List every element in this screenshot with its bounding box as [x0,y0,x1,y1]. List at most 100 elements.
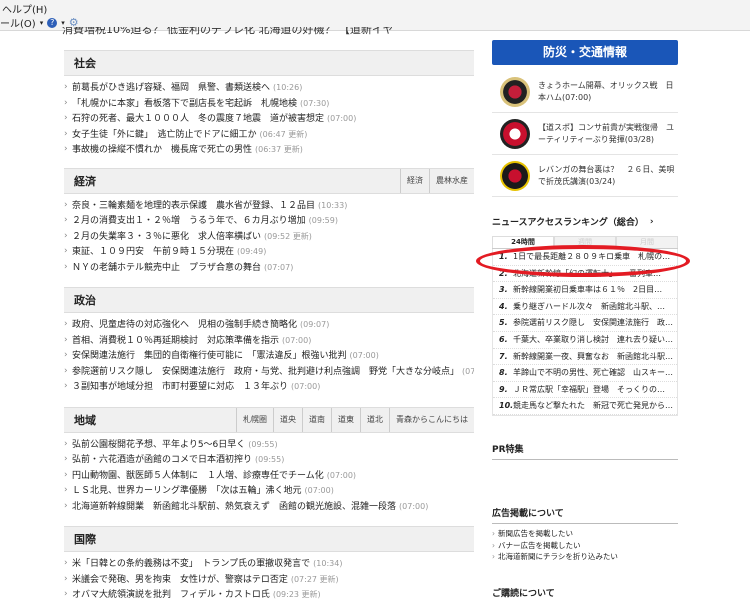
ranking-item[interactable]: 10.競走馬など撃たれた 新冠で死亡発見から… [493,398,677,415]
section-title[interactable]: 経済 [74,173,96,189]
news-headline[interactable]: 首相、消費税１０％再延期検討 対応策準備を指示 [72,336,279,346]
section-title[interactable]: 国際 [74,531,96,547]
section-sub-link[interactable]: 道東 [331,407,360,432]
section-title[interactable]: 政治 [74,292,96,308]
news-headline[interactable]: 参院選前リスク隠し 安保関連法施行 政府・与党、批判避け利点強調 野党「大きな分… [72,367,459,377]
sports-text[interactable]: レバンガの舞台裏は？ ２６日、美唄で折茂氏講演(03/24) [538,164,678,188]
news-item[interactable]: 参院選前リスク隠し 安保関連法施行 政府・与党、批判避け利点強調 野党「大きな分… [64,364,474,380]
sports-headline[interactable]: きょうホーム開幕、オリックス戦 日本ハム [538,81,674,102]
news-item[interactable]: 石狩の死者、最大１０００人 冬の震度７地震 道が被害想定(07:00) [64,111,474,127]
ranking-headline[interactable]: 参院選前リスク隠し 安保関連法施行 政… [513,318,673,327]
ranking-headline[interactable]: 新幹線開業初日乗車率は６１％ 2日目… [513,285,662,294]
ranking-headline[interactable]: 新幹線開業一夜、興奮なお 新函館北斗駅… [513,352,673,361]
cut-headline[interactable]: 消費増税10%迫る？ 低金利のデフレ化 北海道の好機？ 【道新イヤー会議室】 [62,27,392,36]
news-headline[interactable]: 円山動物園、獣医師５人体制に １人増、診療専任でチーム化 [72,471,324,481]
news-headline[interactable]: 政府、児童虐待の対応強化へ 児相の強制手続き簡略化 [72,320,297,330]
news-item[interactable]: 奈良・三輪素麺を地理的表示保護 農水省が登録、１２品目(10:33) [64,198,474,214]
news-headline[interactable]: ＮＹの老舗ホテル競売中止 プラザ合意の舞台 [72,263,261,273]
ranking-item[interactable]: 5. 参院選前リスク隠し 安保関連法施行 政… [493,315,677,332]
news-item[interactable]: 弘前公園桜開花予想、平年より5～6日早く(09:55) [64,437,474,453]
news-headline[interactable]: 事故機の操縦不慣れか 機長席で死亡の男性 [72,145,252,155]
news-item[interactable]: 事故機の操縦不慣れか 機長席で死亡の男性(06:37 更新) [64,142,474,158]
section-title[interactable]: 地域 [74,412,96,428]
ad-title[interactable]: 広告掲載について [492,506,678,524]
news-headline[interactable]: ３副知事が地域分担 市町村要望に対応 １３年ぶり [72,382,288,392]
news-item[interactable]: 弘前・六花酒造が函館のコメで日本酒初搾り(09:55) [64,452,474,468]
section-sub-link[interactable]: 道央 [273,407,302,432]
news-headline[interactable]: 安保関連法施行 集団的自衛権行使可能に 「憲法違反」根強い批判 [72,351,347,361]
ad-link[interactable]: バナー広告を掲載したい [492,540,678,552]
news-headline[interactable]: 「札幌かに本家」看板落下で副店長を宅起訴 札幌地検 [72,99,297,109]
news-item[interactable]: オバマ大統領演説を批判 フィデル・カストロ氏(09:23 更新) [64,587,474,603]
sports-text[interactable]: きょうホーム開幕、オリックス戦 日本ハム(07:00) [538,80,678,104]
news-item[interactable]: ＮＹの老舗ホテル競売中止 プラザ合意の舞台(07:07) [64,260,474,276]
ranking-headline[interactable]: 競走馬など撃たれた 新冠で死亡発見から… [513,401,673,410]
section-sub-link[interactable]: 道南 [302,407,331,432]
ad-link[interactable]: 北海道新聞にチラシを折り込みたい [492,551,678,563]
section-sub-link[interactable]: 青森からこんにちは [389,407,474,432]
sports-item[interactable]: レバンガの舞台裏は？ ２６日、美唄で折茂氏講演(03/24) [492,155,678,197]
news-headline[interactable]: 奈良・三輪素麺を地理的表示保護 農水省が登録、１２品目 [72,201,315,211]
news-item[interactable]: ２月の消費支出１・２％増 うるう年で、６カ月ぶり増加(09:59) [64,213,474,229]
news-item[interactable]: ＬＳ北見、世界カーリング準優勝 「次は五輪」沸く地元(07:00) [64,483,474,499]
section-sub-link[interactable]: 札幌圏 [236,407,273,432]
ranking-item[interactable]: 8. 羊蹄山で不明の男性、死亡確認 山スキー… [493,365,677,382]
news-item[interactable]: 米議会で発砲、男を拘束 女性けが、警察はテロ否定(07:27 更新) [64,572,474,588]
news-headline[interactable]: 弘前・六花酒造が函館のコメで日本酒初搾り [72,455,252,465]
section-header: 社会 [64,50,474,76]
news-headline[interactable]: 東証、１０９円安 午前９時１５分現在 [72,247,234,257]
section-sub-link[interactable]: 農林水産 [429,168,474,193]
ranking-headline[interactable]: 千葉大、卒業取り消し検討 連れ去り疑い… [513,335,673,344]
news-item[interactable]: ３副知事が地域分担 市町村要望に対応 １３年ぶり(07:00) [64,379,474,395]
news-headline[interactable]: 石狩の死者、最大１０００人 冬の震度７地震 道が被害想定 [72,114,324,124]
news-item[interactable]: 政府、児童虐待の対応強化へ 児相の強制手続き簡略化(09:07) [64,317,474,333]
news-headline[interactable]: ２月の失業率３・３％に悪化 求人倍率横ばい [72,232,261,242]
news-headline[interactable]: 女子生徒「外に鍵」 逃亡防止でドアに細工か [72,130,257,140]
section-sub-link[interactable]: 経済 [400,168,429,193]
ranking-item[interactable]: 4. 乗り継ぎハードル次々 新函館北斗駅、… [493,299,677,316]
ranking-header[interactable]: ニュースアクセスランキング（総合） › [492,215,678,229]
news-headline[interactable]: ＬＳ北見、世界カーリング準優勝 「次は五輪」沸く地元 [72,486,302,496]
dropdown-icon[interactable]: ▾ [61,19,65,27]
ad-links: 新聞広告を掲載したいバナー広告を掲載したい北海道新聞にチラシを折り込みたい [492,528,678,563]
ad-link[interactable]: 新聞広告を掲載したい [492,528,678,540]
ranking-headline[interactable]: 羊蹄山で不明の男性、死亡確認 山スキー… [513,368,673,377]
news-item[interactable]: 米「日韓との条約義務は不変」 トランプ氏の軍撤収発言で(10:34) [64,556,474,572]
news-item[interactable]: 首相、消費税１０％再延期検討 対応策準備を指示(07:00) [64,333,474,349]
section-title[interactable]: 社会 [74,55,96,71]
ranking-item[interactable]: 7. 新幹線開業一夜、興奮なお 新函館北斗駅… [493,349,677,366]
news-headline[interactable]: 北海道新幹線開業 新函館北斗駅前、熱気衰えず 函館の観光施設、混雑一段落 [72,502,396,512]
news-item[interactable]: 女子生徒「外に鍵」 逃亡防止でドアに細工か(06:47 更新) [64,127,474,143]
ranking-headline[interactable]: 乗り継ぎハードル次々 新函館北斗駅、… [513,302,665,311]
sports-time: (03/28) [624,134,655,144]
sports-text[interactable]: 【道スポ】コンサ前貴が実戦復帰 ユーティリティーぶり発揮(03/28) [538,122,678,146]
news-headline[interactable]: 前葛長がひき逃げ容疑、福岡 県警、書類送検へ [72,83,270,93]
news-headline[interactable]: 弘前公園桜開花予想、平年より5～6日早く [72,440,245,450]
pr-title[interactable]: PR特集 [492,442,678,460]
menu-tools[interactable]: ール(O) [0,15,36,30]
ranking-headline[interactable]: ＪＲ常広駅「幸福駅」登場 そっくりの… [513,385,665,394]
ranking-item[interactable]: 3. 新幹線開業初日乗車率は６１％ 2日目… [493,282,677,299]
news-item[interactable]: 北海道新幹線開業 新函館北斗駅前、熱気衰えず 函館の観光施設、混雑一段落(07:… [64,499,474,515]
news-item[interactable]: ２月の失業率３・３％に悪化 求人倍率横ばい(09:52 更新) [64,229,474,245]
ranking-item[interactable]: 6. 千葉大、卒業取り消し検討 連れ去り疑い… [493,332,677,349]
section-sub-link[interactable]: 道北 [360,407,389,432]
news-headline[interactable]: 米議会で発砲、男を拘束 女性けが、警察はテロ否定 [72,575,288,585]
news-headline[interactable]: 米「日韓との条約義務は不変」 トランプ氏の軍撤収発言で [72,559,310,569]
ranking-number: 4. [499,301,508,311]
help-icon[interactable]: ? [47,17,58,28]
news-item[interactable]: 前葛長がひき逃げ容疑、福岡 県警、書類送検へ(10:26) [64,80,474,96]
subscribe-title[interactable]: ご購読について [492,586,678,599]
news-item[interactable]: 安保関連法施行 集団的自衛権行使可能に 「憲法違反」根強い批判(07:00) [64,348,474,364]
ranking-item[interactable]: 9. ＪＲ常広駅「幸福駅」登場 そっくりの… [493,382,677,399]
news-item[interactable]: 東証、１０９円安 午前９時１５分現在(09:49) [64,244,474,260]
sports-item[interactable]: 【道スポ】コンサ前貴が実戦復帰 ユーティリティーぶり発揮(03/28) [492,113,678,155]
news-item[interactable]: 「札幌かに本家」看板落下で副店長を宅起訴 札幌地検(07:30) [64,96,474,112]
news-headline[interactable]: オバマ大統領演説を批判 フィデル・カストロ氏 [72,590,270,600]
sports-item[interactable]: きょうホーム開幕、オリックス戦 日本ハム(07:00) [492,71,678,113]
news-headline[interactable]: ２月の消費支出１・２％増 うるう年で、６カ月ぶり増加 [72,216,306,226]
disaster-traffic-button[interactable]: 防災・交通情報 [492,40,678,65]
dropdown-icon[interactable]: ▾ [40,19,44,27]
news-item[interactable]: 円山動物園、獣医師５人体制に １人増、診療専任でチーム化(07:00) [64,468,474,484]
menu-help[interactable]: ヘルプ(H) [2,1,47,16]
